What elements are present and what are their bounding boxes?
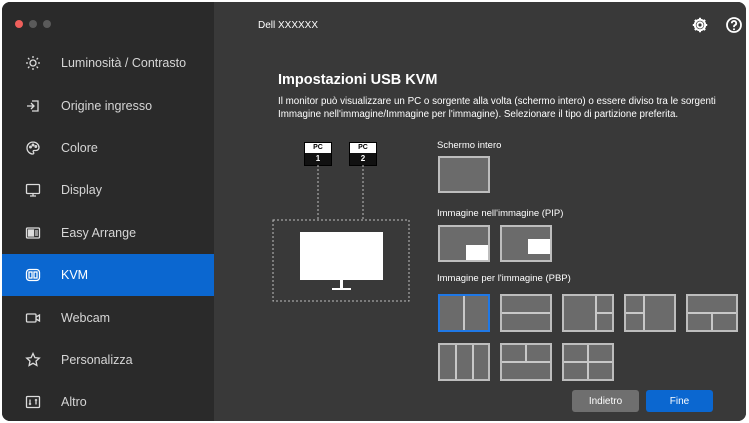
webcam-icon bbox=[24, 309, 42, 327]
split-line bbox=[626, 312, 643, 314]
minimize-window-button[interactable] bbox=[29, 20, 37, 28]
input-source-icon bbox=[24, 97, 42, 115]
layout-pbp-2-horizontal-option[interactable] bbox=[500, 294, 552, 332]
layout-pbp-2-vertical-option[interactable] bbox=[438, 294, 490, 332]
split-line bbox=[455, 345, 457, 379]
close-window-button[interactable] bbox=[15, 20, 23, 28]
sidebar-item-input-source[interactable]: Origine ingresso bbox=[2, 84, 214, 126]
sidebar-nav: Luminosità / Contrasto Origine ingresso … bbox=[2, 42, 214, 421]
window-controls bbox=[15, 20, 51, 28]
gear-icon[interactable] bbox=[691, 16, 709, 34]
help-circle-icon[interactable] bbox=[725, 16, 743, 34]
app-window: Luminosità / Contrasto Origine ingresso … bbox=[2, 2, 746, 421]
layout-fullscreen-option[interactable] bbox=[438, 156, 490, 193]
brightness-icon bbox=[24, 54, 42, 72]
split-line bbox=[595, 312, 612, 314]
sidebar-item-label: KVM bbox=[61, 268, 89, 283]
layout-pbp-3-bottom-big-option[interactable] bbox=[500, 343, 552, 381]
split-line bbox=[711, 312, 713, 330]
sidebar-item-easy-arrange[interactable]: Easy Arrange bbox=[2, 212, 214, 254]
layout-pip-bottom-right-option[interactable] bbox=[438, 225, 490, 262]
monitor-model-title: Dell XXXXXX bbox=[258, 20, 319, 31]
sidebar-item-label: Webcam bbox=[61, 310, 111, 325]
sidebar-item-webcam[interactable]: Webcam bbox=[2, 296, 214, 338]
kvm-icon bbox=[24, 266, 42, 284]
split-line bbox=[472, 345, 474, 379]
sidebar-item-personalize[interactable]: Personalizza bbox=[2, 339, 214, 381]
color-palette-icon bbox=[24, 139, 42, 157]
monitor-screen bbox=[300, 232, 383, 280]
easy-arrange-icon bbox=[24, 224, 42, 242]
monitor-base bbox=[332, 288, 351, 290]
sidebar-item-display[interactable]: Display bbox=[2, 169, 214, 211]
split-line bbox=[502, 312, 550, 314]
pc2-tag-label: PC bbox=[350, 143, 376, 153]
layout-pip-top-right-option[interactable] bbox=[500, 225, 552, 262]
sidebar-item-label: Colore bbox=[61, 140, 98, 155]
display-icon bbox=[24, 181, 42, 199]
pip-window bbox=[528, 239, 550, 254]
main-panel: Dell XXXXXX Impostazioni USB KVM Il moni… bbox=[214, 2, 746, 421]
back-button[interactable]: Indietro bbox=[572, 390, 639, 412]
pc1-tag-label: PC bbox=[305, 143, 331, 153]
page-description: Il monitor può visualizzare un PC o sorg… bbox=[278, 96, 716, 120]
layout-pbp-3-columns-option[interactable] bbox=[438, 343, 490, 381]
pbp-section-label: Immagine per l'immagine (PBP) bbox=[437, 273, 571, 284]
split-line bbox=[525, 345, 527, 361]
layout-pbp-3-left-big-option[interactable] bbox=[562, 294, 614, 332]
layout-pbp-3-top-big-option[interactable] bbox=[686, 294, 738, 332]
star-icon bbox=[24, 351, 42, 369]
pip-section-label: Immagine nell'immagine (PIP) bbox=[437, 208, 564, 219]
split-line bbox=[564, 361, 612, 363]
finish-button[interactable]: Fine bbox=[646, 390, 713, 412]
zoom-window-button[interactable] bbox=[43, 20, 51, 28]
split-line bbox=[643, 296, 645, 330]
sidebar-item-other[interactable]: Altro bbox=[2, 381, 214, 421]
split-line bbox=[502, 361, 550, 363]
sidebar-item-label: Altro bbox=[61, 395, 87, 410]
sidebar-item-brightness-contrast[interactable]: Luminosità / Contrasto bbox=[2, 42, 214, 84]
sidebar-item-kvm[interactable]: KVM bbox=[2, 253, 214, 297]
sidebar-item-label: Origine ingresso bbox=[61, 98, 153, 113]
kvm-diagram bbox=[272, 165, 410, 302]
other-icon bbox=[24, 393, 42, 411]
layout-pbp-3-right-big-option[interactable] bbox=[624, 294, 676, 332]
sidebar-item-color[interactable]: Colore bbox=[2, 127, 214, 169]
sidebar-item-label: Luminosità / Contrasto bbox=[61, 56, 187, 71]
sidebar-item-label: Personalizza bbox=[61, 352, 133, 367]
layout-pbp-4-quad-option[interactable] bbox=[562, 343, 614, 381]
fullscreen-section-label: Schermo intero bbox=[437, 140, 502, 151]
page-title: Impostazioni USB KVM bbox=[278, 72, 438, 88]
sidebar: Luminosità / Contrasto Origine ingresso … bbox=[2, 2, 214, 421]
sidebar-item-label: Display bbox=[61, 183, 102, 198]
sidebar-item-label: Easy Arrange bbox=[61, 225, 137, 240]
monitor-stand bbox=[340, 280, 343, 289]
pip-window bbox=[466, 245, 488, 260]
split-line bbox=[463, 296, 465, 330]
